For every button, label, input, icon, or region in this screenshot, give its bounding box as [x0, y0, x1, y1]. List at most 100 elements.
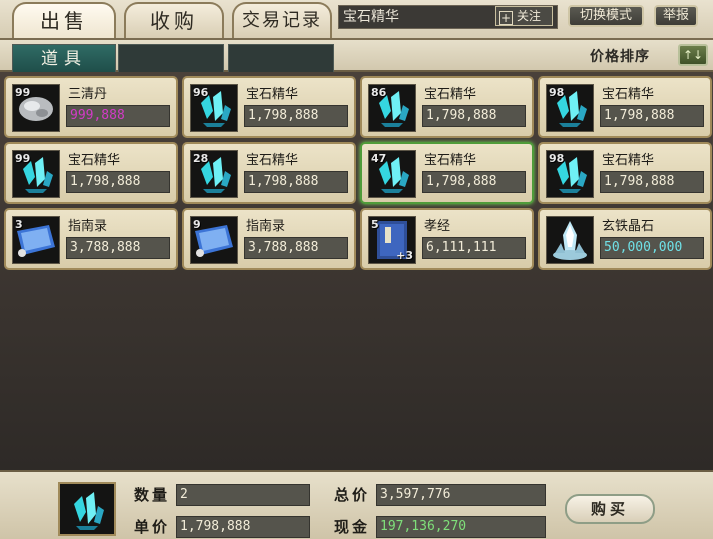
item-card[interactable]: 玄铁晶石 50,000,000 [538, 208, 712, 270]
item-name: 宝石精华 [424, 87, 477, 102]
item-card[interactable]: 86 宝石精华 1,798,888 [360, 76, 534, 138]
item-thumb: 3 [12, 216, 60, 264]
item-name: 指南录 [68, 219, 108, 234]
item-price: 3,788,888 [66, 237, 170, 259]
item-thumb: 99 [12, 84, 60, 132]
item-quantity: 86 [371, 86, 387, 99]
sub-tab-bar: 道具 价格排序 ↑↓ [0, 40, 713, 72]
item-quantity: 96 [193, 86, 209, 99]
item-thumb: 9 [190, 216, 238, 264]
sort-arrows-icon: ↑↓ [682, 48, 704, 62]
item-price: 1,798,888 [600, 105, 704, 127]
item-card[interactable]: 9 指南录 3,788,888 [182, 208, 356, 270]
total-price-value: 3,597,776 [376, 484, 546, 506]
follow-label: 关注 [517, 9, 542, 23]
crystal-icon [369, 91, 415, 135]
item-thumb: 28 [190, 150, 238, 198]
item-thumb: 96 [190, 84, 238, 132]
item-card[interactable]: 99 宝石精华 1,798,888 [4, 142, 178, 204]
crystal-icon [191, 91, 237, 135]
purchase-panel: 数量 2 单价 1,798,888 总价 3,597,776 现金 197,13… [0, 470, 713, 539]
crystal-icon [369, 157, 415, 201]
item-quantity: 9 [193, 218, 201, 231]
item-enhance-level: +3 [396, 249, 413, 262]
scroll-icon [13, 225, 59, 267]
item-name: 指南录 [246, 219, 286, 234]
item-thumb: 86 [368, 84, 416, 132]
item-thumb: 98 [546, 150, 594, 198]
cash-value: 197,136,270 [376, 516, 546, 538]
item-thumb: 5 +3 [368, 216, 416, 264]
crystal-icon [13, 157, 59, 201]
stone-icon [13, 97, 59, 135]
subtab-3[interactable] [228, 44, 334, 72]
item-name: 宝石精华 [602, 153, 655, 168]
item-name: 宝石精华 [246, 87, 299, 102]
crystal-icon [191, 157, 237, 201]
item-card[interactable]: 3 指南录 3,788,888 [4, 208, 178, 270]
item-price: 3,788,888 [244, 237, 348, 259]
tab-sell[interactable]: 出售 [12, 2, 116, 38]
item-name: 宝石精华 [68, 153, 121, 168]
item-quantity: 3 [15, 218, 23, 231]
item-thumb: 99 [12, 150, 60, 198]
item-card[interactable]: 28 宝石精华 1,798,888 [182, 142, 356, 204]
crystal-icon [74, 492, 104, 530]
sort-toggle-button[interactable]: ↑↓ [678, 44, 708, 66]
item-price: 1,798,888 [600, 171, 704, 193]
item-price: 6,111,111 [422, 237, 526, 259]
unit-price-label: 单价 [134, 518, 171, 536]
subtab-2[interactable] [118, 44, 224, 72]
scroll-icon [191, 225, 237, 267]
item-price: 1,798,888 [244, 105, 348, 127]
item-name: 玄铁晶石 [602, 219, 655, 234]
cash-label: 现金 [334, 518, 371, 536]
item-price: 1,798,888 [422, 105, 526, 127]
item-thumb [546, 216, 594, 264]
item-name: 三清丹 [68, 87, 108, 102]
quantity-input[interactable]: 2 [176, 484, 310, 506]
item-card[interactable]: 99 三清丹 999,888 [4, 76, 178, 138]
item-quantity: 99 [15, 152, 31, 165]
selected-item-thumb [58, 482, 116, 536]
tab-trade-records[interactable]: 交易记录 [232, 2, 332, 38]
item-card[interactable]: 47 宝石精华 1,798,888 [360, 142, 534, 204]
item-name: 宝石精华 [424, 153, 477, 168]
item-price: 999,888 [66, 105, 170, 127]
item-thumb: 47 [368, 150, 416, 198]
crystal-icon [547, 91, 593, 135]
item-price: 1,798,888 [422, 171, 526, 193]
price-sort-label: 价格排序 [590, 49, 650, 65]
iron-crystal-icon [547, 221, 593, 267]
top-bar: 出售 收购 交易记录 宝石精华 + 关注 切换模式 举报 [0, 0, 713, 40]
item-quantity: 99 [15, 86, 31, 99]
item-quantity: 98 [549, 152, 565, 165]
item-quantity: 98 [549, 86, 565, 99]
item-quantity: 28 [193, 152, 209, 165]
unit-price-value: 1,798,888 [176, 516, 310, 538]
item-grid: 99 三清丹 999,888 96 宝石精华 1,798,888 86 宝石精华 1,798,8… [0, 72, 713, 470]
item-price: 1,798,888 [66, 171, 170, 193]
switch-mode-button[interactable]: 切换模式 [568, 5, 644, 27]
quantity-label: 数量 [134, 486, 171, 504]
follow-button[interactable]: + 关注 [495, 6, 553, 26]
item-thumb: 98 [546, 84, 594, 132]
buy-button[interactable]: 购买 [565, 494, 655, 524]
item-card[interactable]: 98 宝石精华 1,798,888 [538, 76, 712, 138]
item-card[interactable]: 96 宝石精华 1,798,888 [182, 76, 356, 138]
item-name: 孝经 [424, 219, 451, 234]
item-name: 宝石精华 [602, 87, 655, 102]
item-quantity: 47 [371, 152, 387, 165]
item-name: 宝石精华 [246, 153, 299, 168]
item-price: 50,000,000 [600, 237, 704, 259]
plus-icon: + [499, 11, 513, 25]
item-price: 1,798,888 [244, 171, 348, 193]
item-card[interactable]: 5 +3 孝经 6,111,111 [360, 208, 534, 270]
subtab-items[interactable]: 道具 [12, 44, 116, 72]
item-quantity: 5 [371, 218, 379, 231]
report-button[interactable]: 举报 [654, 5, 698, 27]
total-price-label: 总价 [334, 486, 371, 504]
item-card[interactable]: 98 宝石精华 1,798,888 [538, 142, 712, 204]
crystal-icon [547, 157, 593, 201]
tab-buy[interactable]: 收购 [124, 2, 224, 38]
